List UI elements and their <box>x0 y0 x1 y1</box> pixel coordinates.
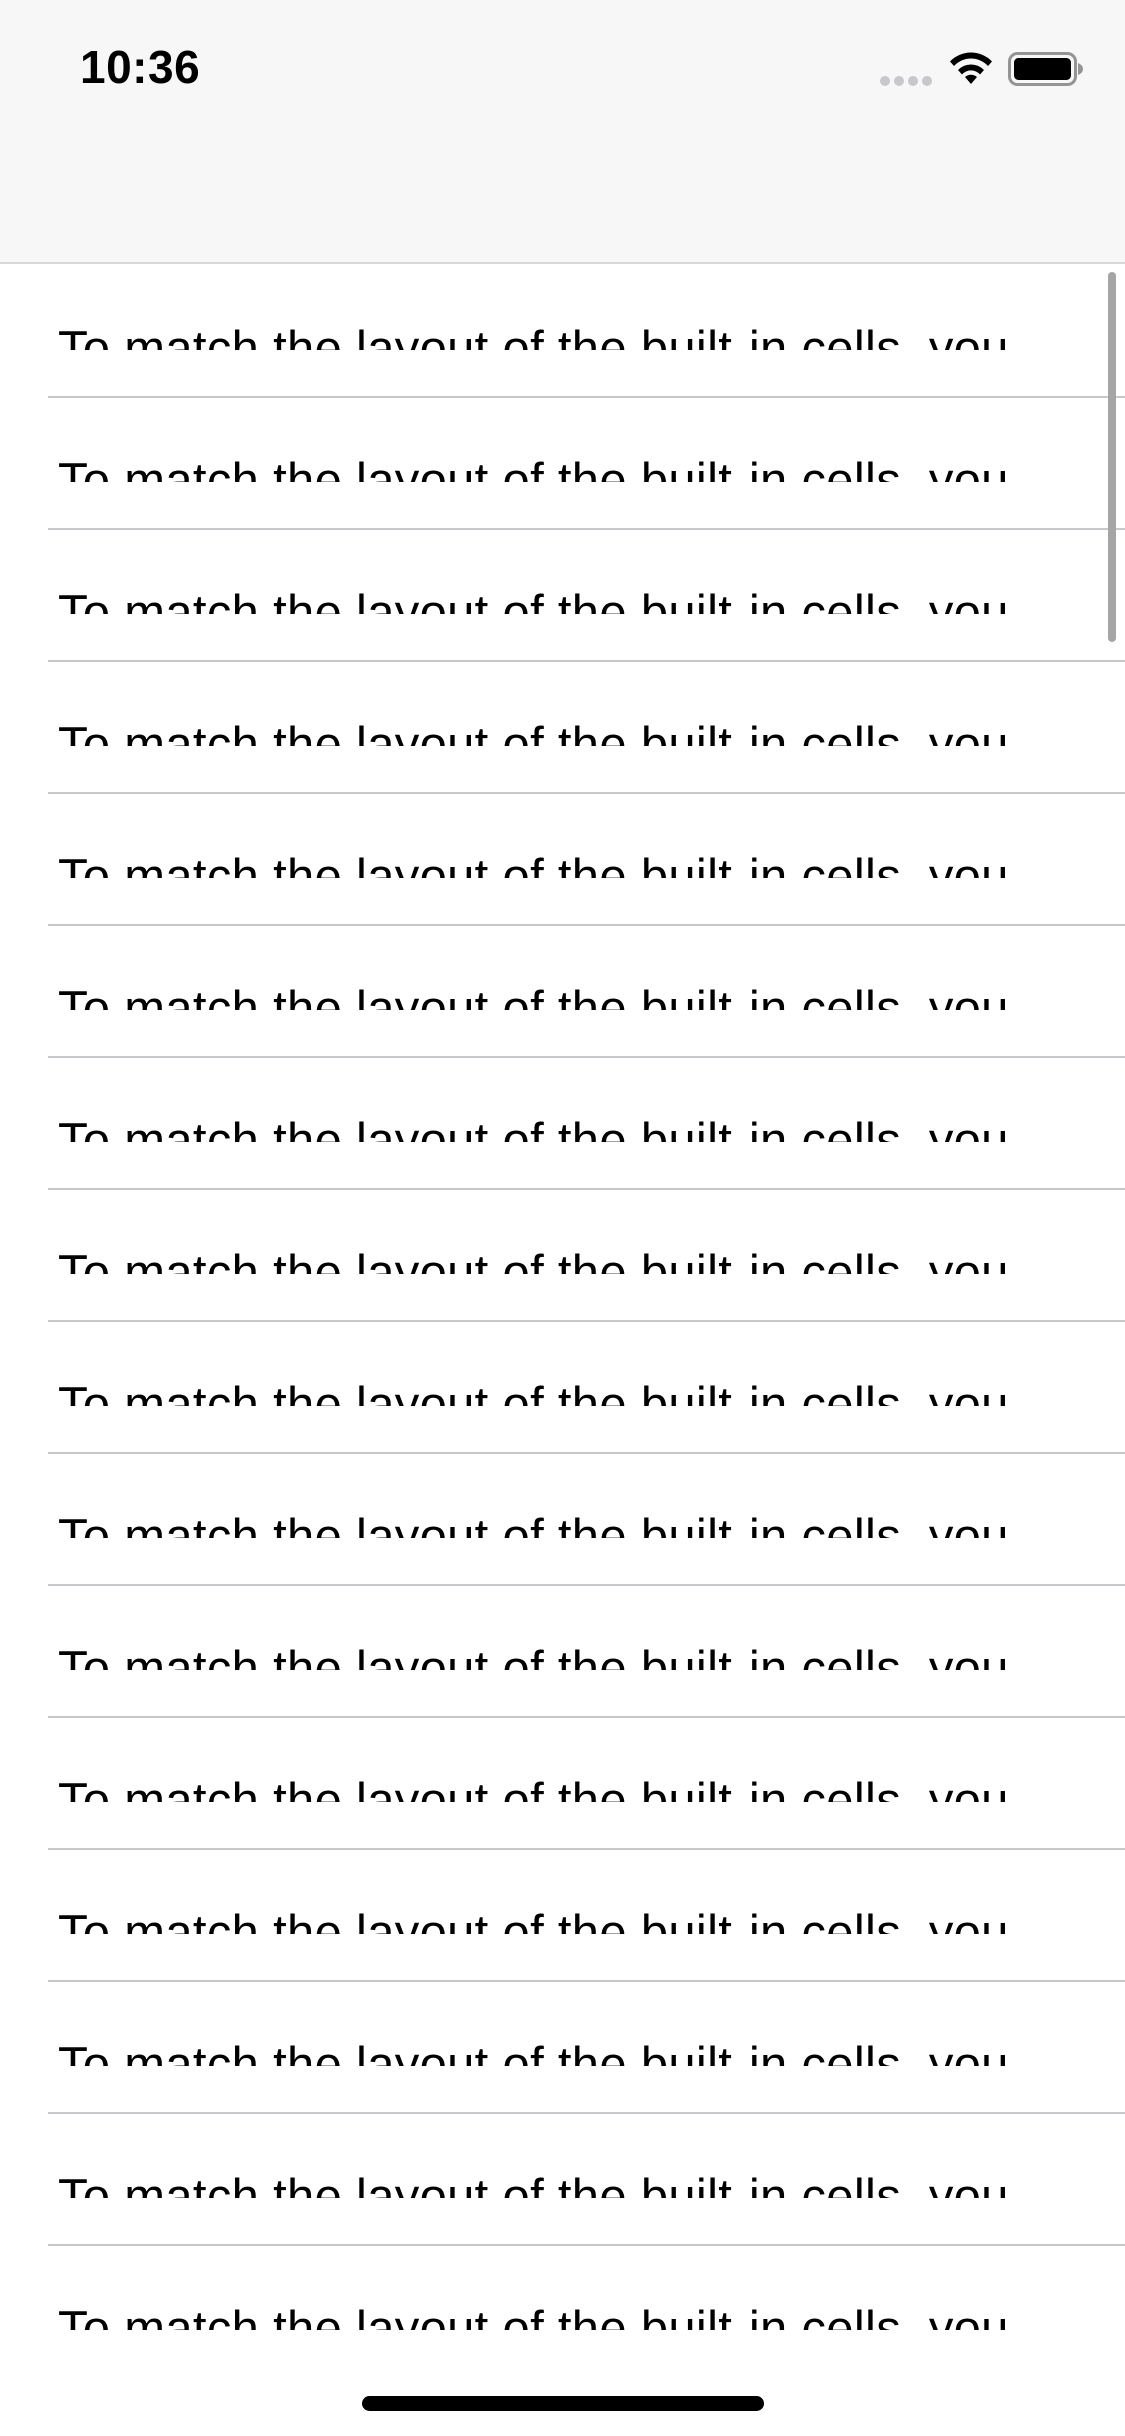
table-row-label: To match the layout of the built-in cell… <box>58 1774 1009 1802</box>
table-row[interactable]: To match the layout of the built-in cell… <box>0 1982 1125 2114</box>
table-row[interactable]: To match the layout of the built-in cell… <box>0 794 1125 926</box>
table-row-label: To match the layout of the built-in cell… <box>58 1906 1009 1934</box>
table-row[interactable]: To match the layout of the built-in cell… <box>0 1058 1125 1190</box>
cellular-signal-icon <box>880 76 932 86</box>
table-row[interactable]: To match the layout of the built-in cell… <box>0 1190 1125 1322</box>
table-row-label: To match the layout of the built-in cell… <box>58 1246 1009 1274</box>
table-row[interactable]: To match the layout of the built-in cell… <box>0 2246 1125 2376</box>
table-row-label: To match the layout of the built-in cell… <box>58 850 1009 878</box>
table-row-label: To match the layout of the built-in cell… <box>58 1378 1009 1406</box>
table-row[interactable]: To match the layout of the built-in cell… <box>0 398 1125 530</box>
table-row[interactable]: To match the layout of the built-in cell… <box>0 926 1125 1058</box>
home-indicator[interactable] <box>362 2396 764 2411</box>
table-row-label: To match the layout of the built-in cell… <box>58 718 1009 746</box>
table-row[interactable]: To match the layout of the built-in cell… <box>0 1850 1125 1982</box>
table-row[interactable]: To match the layout of the built-in cell… <box>0 266 1125 398</box>
battery-icon <box>1008 52 1083 86</box>
table-row-label: To match the layout of the built-in cell… <box>58 322 1009 350</box>
table-row-label: To match the layout of the built-in cell… <box>58 2302 1009 2330</box>
status-time: 10:36 <box>80 41 201 93</box>
table-row-label: To match the layout of the built-in cell… <box>58 586 1009 614</box>
navigation-bar <box>0 132 1125 264</box>
table-row-label: To match the layout of the built-in cell… <box>58 2038 1009 2066</box>
table-row[interactable]: To match the layout of the built-in cell… <box>0 1322 1125 1454</box>
table-row-label: To match the layout of the built-in cell… <box>58 454 1009 482</box>
table-row[interactable]: To match the layout of the built-in cell… <box>0 2114 1125 2246</box>
table-row-label: To match the layout of the built-in cell… <box>58 982 1009 1010</box>
table-row[interactable]: To match the layout of the built-in cell… <box>0 1718 1125 1850</box>
table-row[interactable]: To match the layout of the built-in cell… <box>0 530 1125 662</box>
table-row[interactable]: To match the layout of the built-in cell… <box>0 662 1125 794</box>
table-row-label: To match the layout of the built-in cell… <box>58 1114 1009 1142</box>
table-row-label: To match the layout of the built-in cell… <box>58 1642 1009 1670</box>
table-view[interactable]: To match the layout of the built-in cell… <box>0 266 1125 2376</box>
table-row[interactable]: To match the layout of the built-in cell… <box>0 1586 1125 1718</box>
status-bar: 10:36 <box>0 0 1125 132</box>
table-row-label: To match the layout of the built-in cell… <box>58 2170 1009 2198</box>
vertical-scroll-indicator[interactable] <box>1108 272 1116 642</box>
wifi-icon <box>950 52 992 84</box>
table-row[interactable]: To match the layout of the built-in cell… <box>0 1454 1125 1586</box>
table-row-label: To match the layout of the built-in cell… <box>58 1510 1009 1538</box>
